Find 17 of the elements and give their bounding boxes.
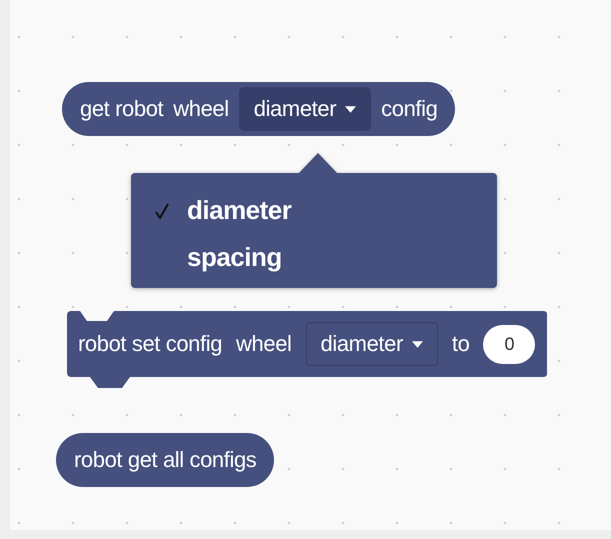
- reporter-block[interactable]: get robot wheel diameter config: [62, 82, 456, 136]
- caret-icon: [412, 340, 423, 348]
- connector-tab: [90, 377, 130, 388]
- caret-icon: [345, 106, 356, 112]
- block-label: get robot: [80, 96, 164, 122]
- reporter-block[interactable]: robot get all configs: [56, 433, 274, 487]
- dropdown-field[interactable]: diameter: [238, 87, 372, 131]
- block-label: wheel: [173, 96, 229, 122]
- block-label: robot set config: [78, 331, 222, 357]
- block-notch: [80, 311, 114, 321]
- block-label: wheel: [236, 331, 292, 357]
- block-label: robot get all configs: [74, 447, 256, 473]
- dropdown-field[interactable]: diameter: [306, 322, 438, 366]
- menu-item[interactable]: spacing: [155, 234, 497, 281]
- block-label: to: [452, 331, 470, 357]
- block-label: config: [381, 96, 438, 122]
- menu-item[interactable]: diameter: [155, 187, 497, 234]
